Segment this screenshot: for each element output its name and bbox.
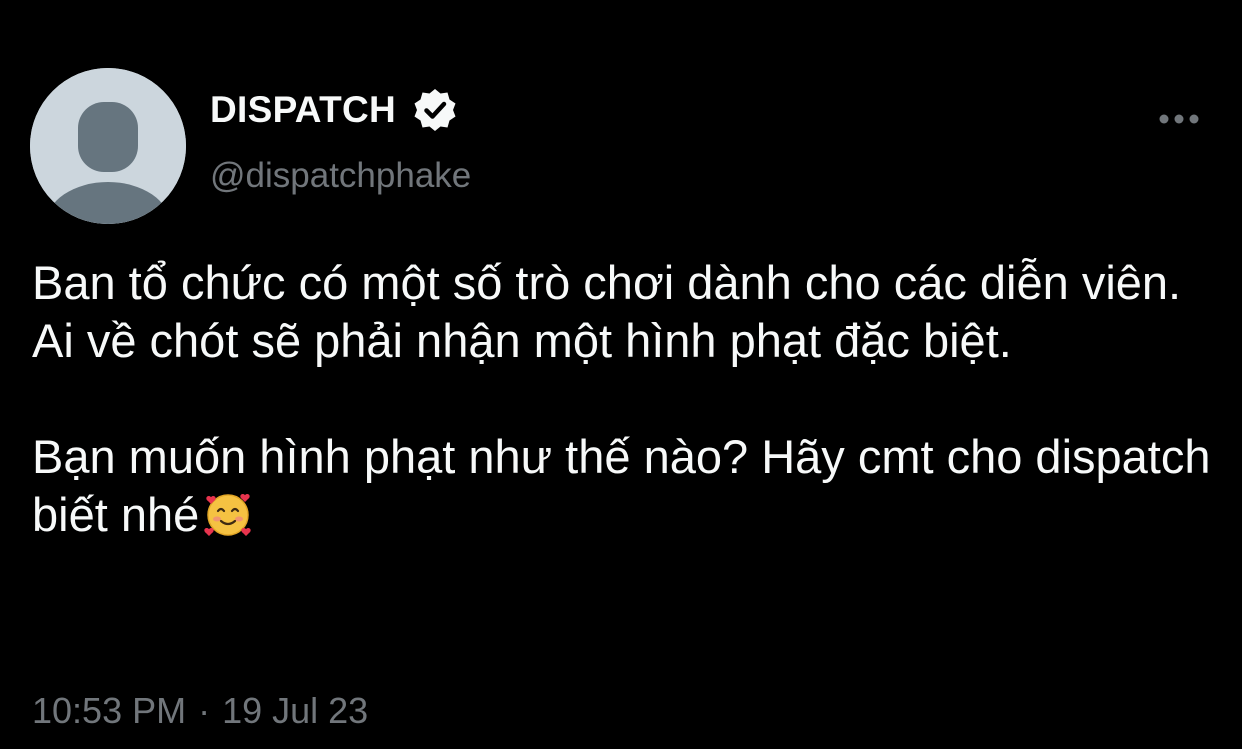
author-handle[interactable]: @dispatchphake	[210, 156, 471, 196]
tweet-date: 19 Jul 23	[222, 690, 369, 731]
author-name-row: DISPATCH	[210, 88, 458, 132]
more-options-icon[interactable]	[1156, 108, 1202, 130]
tweet-text: Ban tổ chức có một số trò chơi dành cho …	[32, 254, 1222, 544]
tweet-paragraph: Bạn muốn hình phạt như thế nào? Hãy cmt …	[32, 428, 1222, 544]
tweet-time: 10:53 PM	[32, 690, 187, 731]
tweet-card: DISPATCH @dispatchphake Ban tổ chức có m…	[0, 0, 1242, 749]
timestamp-separator: ·	[198, 690, 211, 731]
tweet-timestamp[interactable]: 10:53 PM · 19 Jul 23	[32, 690, 368, 732]
smiling-face-with-hearts-emoji-icon	[203, 489, 253, 539]
verified-badge-icon	[412, 87, 458, 133]
default-avatar-icon[interactable]	[30, 68, 186, 224]
tweet-paragraph: Ban tổ chức có một số trò chơi dành cho …	[32, 256, 1182, 367]
author-display-name[interactable]: DISPATCH	[210, 89, 396, 131]
